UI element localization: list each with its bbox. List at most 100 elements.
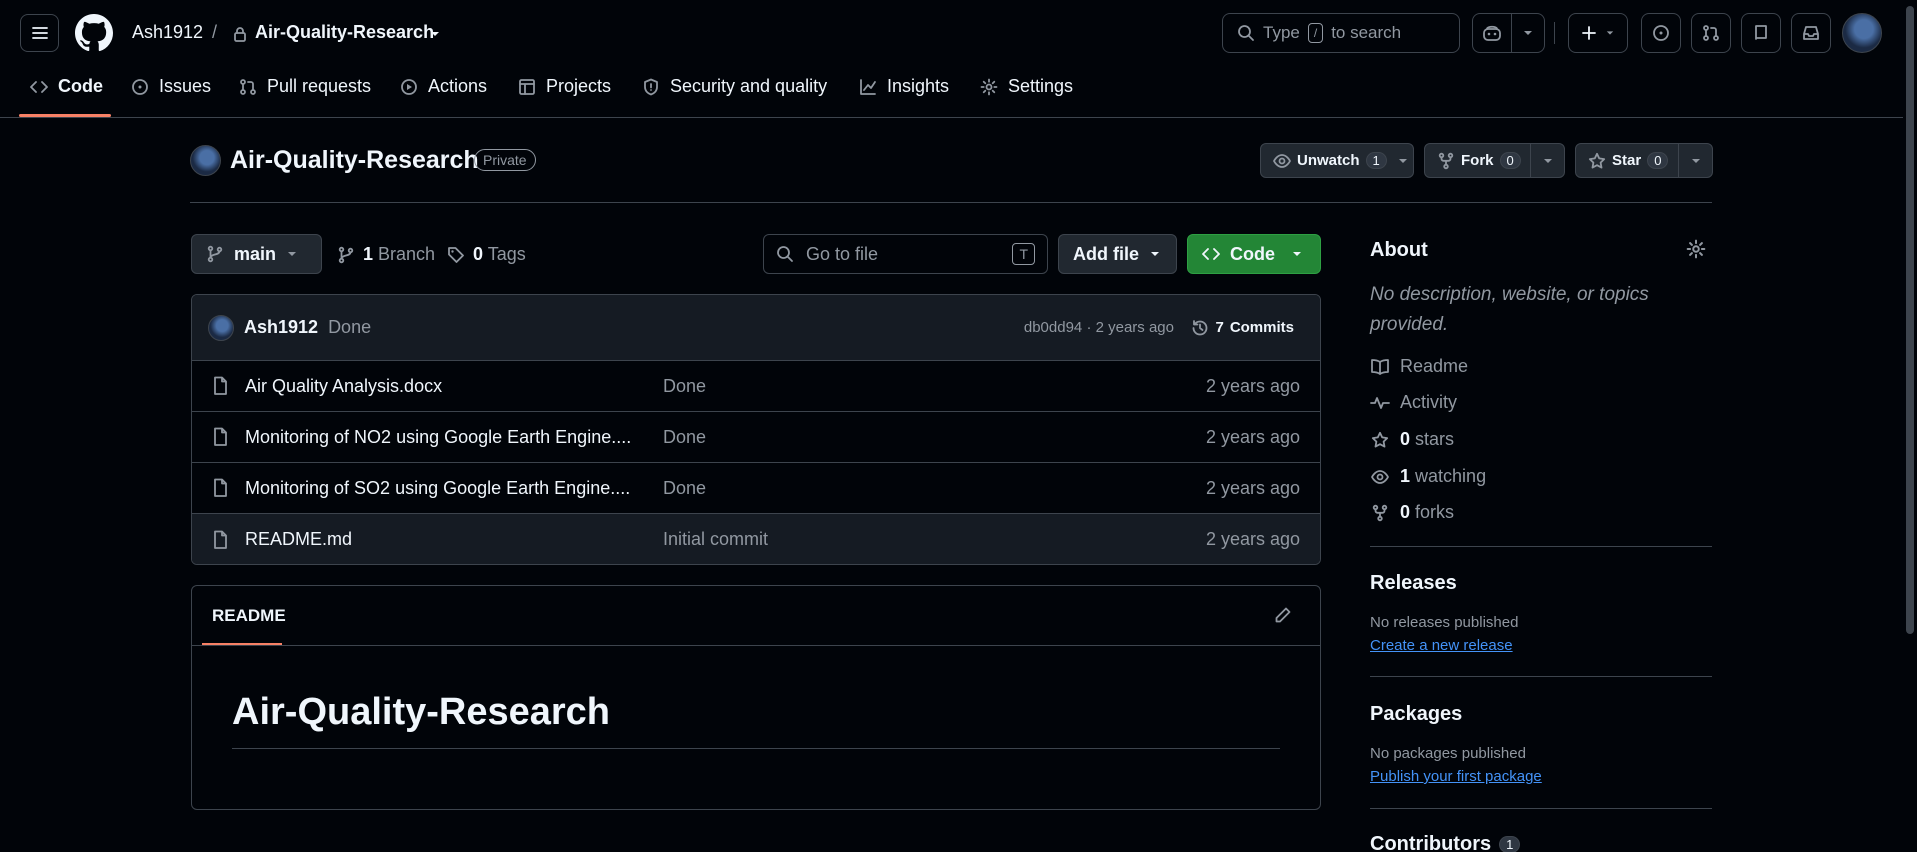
tab-projects[interactable]: Projects: [518, 76, 611, 97]
eye-icon: [1273, 153, 1291, 168]
tab-actions[interactable]: Actions: [400, 76, 487, 97]
tab-code[interactable]: Code: [30, 76, 103, 97]
tab-label: Pull requests: [267, 76, 372, 96]
code-button[interactable]: Code: [1187, 234, 1321, 274]
pull-requests-button[interactable]: [1691, 13, 1731, 53]
star-button[interactable]: Star 0: [1575, 143, 1679, 178]
branch-selector[interactable]: main: [191, 234, 322, 274]
publish-package-link[interactable]: Publish your first package: [1370, 768, 1542, 785]
search-suffix: to search: [1331, 23, 1402, 42]
forks-link[interactable]: 0 forks: [1370, 502, 1454, 523]
packages-title[interactable]: Packages: [1370, 703, 1462, 726]
stars-link[interactable]: 0 stars: [1370, 429, 1454, 450]
star-menu-button[interactable]: [1678, 143, 1713, 178]
breadcrumb-separator: /: [212, 22, 218, 42]
tab-security[interactable]: Security and quality: [642, 76, 827, 97]
header-divider: [1554, 22, 1555, 44]
about-settings-button[interactable]: [1686, 239, 1706, 259]
readme-link[interactable]: Readme: [1370, 356, 1468, 377]
chevron-down-icon: [1398, 158, 1407, 163]
repo-owner-avatar[interactable]: [190, 145, 221, 176]
copilot-button[interactable]: [1472, 13, 1512, 53]
fork-button[interactable]: Fork 0: [1424, 143, 1531, 178]
global-header: Ash1912 / Air-Quality-Research Type / to…: [0, 0, 1917, 118]
commit-author-avatar[interactable]: [208, 314, 234, 341]
repo-title[interactable]: Air-Quality-Research: [230, 146, 479, 175]
table-row[interactable]: Monitoring of SO2 using Google Earth Eng…: [192, 463, 1320, 514]
contributors-heading[interactable]: Contributors 1: [1370, 833, 1521, 852]
issues-button[interactable]: [1641, 13, 1681, 53]
search-input[interactable]: Type / to search: [1222, 13, 1460, 53]
copilot-icon: [1483, 25, 1501, 41]
file-commit-message[interactable]: Done: [663, 376, 706, 397]
create-release-link[interactable]: Create a new release: [1370, 637, 1513, 654]
file-name[interactable]: README.md: [245, 529, 352, 550]
scrollbar-thumb[interactable]: [1906, 6, 1914, 634]
pull-request-icon: [240, 78, 256, 95]
repo-icon: [1755, 25, 1767, 40]
file-name[interactable]: Monitoring of SO2 using Google Earth Eng…: [245, 478, 630, 499]
file-commit-message[interactable]: Done: [663, 427, 706, 448]
activity-link-label: Activity: [1400, 392, 1458, 412]
readme-panel: README Air-Quality-Research: [191, 585, 1321, 810]
repositories-button[interactable]: [1741, 13, 1781, 53]
tab-label: Actions: [428, 76, 488, 96]
watching-label: watching: [1415, 466, 1487, 486]
search-key: /: [1307, 23, 1324, 43]
unwatch-button[interactable]: Unwatch 1: [1260, 143, 1414, 178]
tag-icon: [448, 246, 464, 263]
github-logo-icon[interactable]: [75, 14, 113, 52]
tab-insights[interactable]: Insights: [859, 76, 949, 97]
readme-tab[interactable]: README: [212, 606, 286, 626]
file-commit-message[interactable]: Done: [663, 478, 706, 499]
chevron-down-icon: [1543, 158, 1552, 163]
graph-icon: [860, 78, 876, 95]
fork-menu-button[interactable]: [1530, 143, 1565, 178]
inbox-icon: [1803, 26, 1819, 40]
code-icon: [1202, 248, 1220, 260]
tab-label: Code: [58, 76, 103, 96]
sidebar-divider: [1370, 808, 1712, 809]
commits-link[interactable]: 7 Commits: [1191, 319, 1294, 337]
tab-issues[interactable]: Issues: [131, 76, 211, 97]
menu-button[interactable]: [20, 14, 59, 52]
plus-icon: [1582, 26, 1596, 40]
file-name[interactable]: Air Quality Analysis.docx: [245, 376, 442, 397]
releases-title[interactable]: Releases: [1370, 572, 1457, 595]
activity-link[interactable]: Activity: [1370, 392, 1457, 413]
commit-author[interactable]: Ash1912: [244, 317, 318, 338]
fork-label: Fork: [1461, 152, 1494, 169]
add-file-button[interactable]: Add file: [1058, 234, 1177, 274]
commits-count: 7: [1215, 319, 1224, 336]
create-new-button[interactable]: [1568, 13, 1628, 53]
edit-readme-button[interactable]: [1274, 606, 1292, 624]
branches-link[interactable]: 1 Branch: [337, 244, 435, 265]
tags-link[interactable]: 0 Tags: [447, 244, 526, 265]
star-label: Star: [1612, 152, 1642, 169]
breadcrumb-owner[interactable]: Ash1912: [132, 22, 203, 43]
watching-link[interactable]: 1 watching: [1370, 466, 1486, 487]
tab-settings[interactable]: Settings: [980, 76, 1073, 97]
file-icon: [214, 478, 227, 497]
file-commit-message[interactable]: Initial commit: [663, 529, 768, 550]
file-name[interactable]: Monitoring of NO2 using Google Earth Eng…: [245, 427, 631, 448]
user-avatar[interactable]: [1842, 13, 1882, 53]
tab-pull-requests[interactable]: Pull requests: [239, 76, 371, 97]
go-to-file-input[interactable]: Go to file T: [763, 234, 1048, 274]
inbox-button[interactable]: [1791, 13, 1831, 53]
table-row[interactable]: README.md Initial commit 2 years ago: [192, 514, 1320, 564]
page-scrollbar[interactable]: [1903, 0, 1917, 852]
readme-header: README: [192, 586, 1320, 646]
search-prefix: Type: [1263, 23, 1300, 42]
commit-hash-time[interactable]: db0dd94 · 2 years ago: [1024, 319, 1174, 336]
breadcrumb-repo[interactable]: Air-Quality-Research: [255, 22, 434, 43]
table-row[interactable]: Monitoring of NO2 using Google Earth Eng…: [192, 412, 1320, 463]
forks-count: 0: [1400, 502, 1411, 522]
repo-switcher-chevron-icon[interactable]: [429, 29, 441, 39]
fork-icon: [1438, 152, 1454, 169]
table-row[interactable]: Air Quality Analysis.docx Done 2 years a…: [192, 361, 1320, 412]
pencil-icon: [1275, 607, 1291, 623]
copilot-menu-button[interactable]: [1511, 13, 1545, 53]
latest-commit-row: Ash1912 Done db0dd94 · 2 years ago 7 Com…: [192, 295, 1320, 361]
commit-message[interactable]: Done: [328, 317, 371, 338]
